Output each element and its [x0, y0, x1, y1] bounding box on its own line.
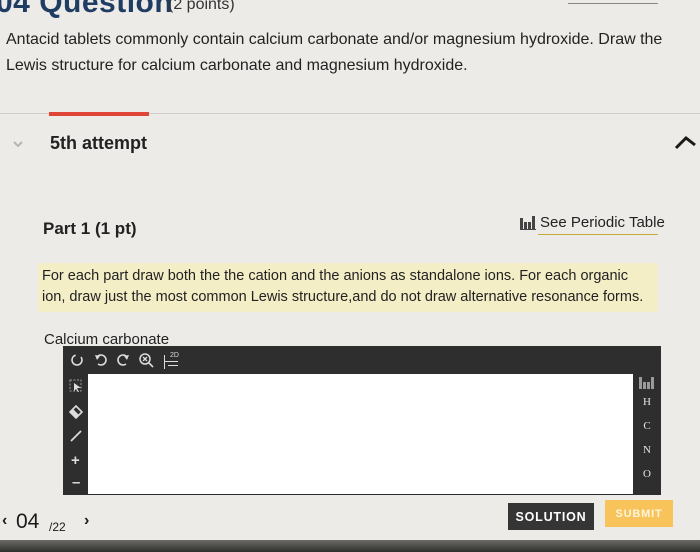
screen-bezel	[0, 540, 700, 552]
attempt-label[interactable]: 5th attempt	[50, 133, 147, 154]
part-label: Part 1 (1 pt)	[43, 219, 137, 238]
periodic-table-link[interactable]: See Periodic Table	[520, 214, 665, 231]
element-h-button[interactable]: H	[633, 396, 661, 408]
editor-left-toolbar: + –	[63, 374, 88, 495]
previous-question-button[interactable]: ‹	[2, 512, 7, 530]
instructions-box: For each part draw both the the cation a…	[38, 263, 658, 312]
element-o-button[interactable]: O	[633, 468, 661, 480]
bond-icon[interactable]	[69, 429, 83, 443]
question-points: (2 points)	[168, 0, 235, 13]
2d-clean-icon[interactable]: 2D	[162, 349, 184, 371]
zoom-icon[interactable]	[138, 352, 154, 368]
question-title: 04 Question	[0, 0, 174, 19]
active-attempt-indicator	[49, 112, 149, 116]
periodic-table-icon[interactable]	[639, 377, 655, 389]
solution-button[interactable]: SOLUTION	[508, 503, 594, 530]
charge-plus-icon[interactable]: +	[71, 453, 80, 468]
page-total: /22	[49, 520, 66, 534]
submit-button[interactable]: SUBMIT	[605, 500, 673, 527]
clear-icon[interactable]	[70, 353, 84, 367]
element-c-button[interactable]: C	[633, 420, 661, 432]
select-icon[interactable]	[69, 379, 83, 393]
charge-minus-icon[interactable]: –	[72, 475, 80, 490]
next-question-button[interactable]: ›	[84, 512, 89, 530]
editor-top-toolbar: 2D	[63, 346, 661, 374]
collapse-arrow-icon[interactable]	[674, 132, 696, 150]
element-n-button[interactable]: N	[633, 444, 661, 456]
question-text: Antacid tablets commonly contain calcium…	[6, 31, 663, 74]
undo-icon[interactable]	[94, 353, 108, 367]
link-underline	[538, 234, 658, 235]
redo-icon[interactable]	[116, 353, 130, 367]
periodic-table-link-text[interactable]: See Periodic Table	[540, 214, 665, 231]
editor-element-toolbar: H C N O	[633, 374, 661, 495]
chevron-down-icon[interactable]	[12, 138, 24, 150]
header-divider	[568, 3, 658, 4]
page-current: 04	[16, 510, 40, 533]
eraser-icon[interactable]	[69, 405, 83, 419]
periodic-table-icon	[520, 215, 536, 230]
